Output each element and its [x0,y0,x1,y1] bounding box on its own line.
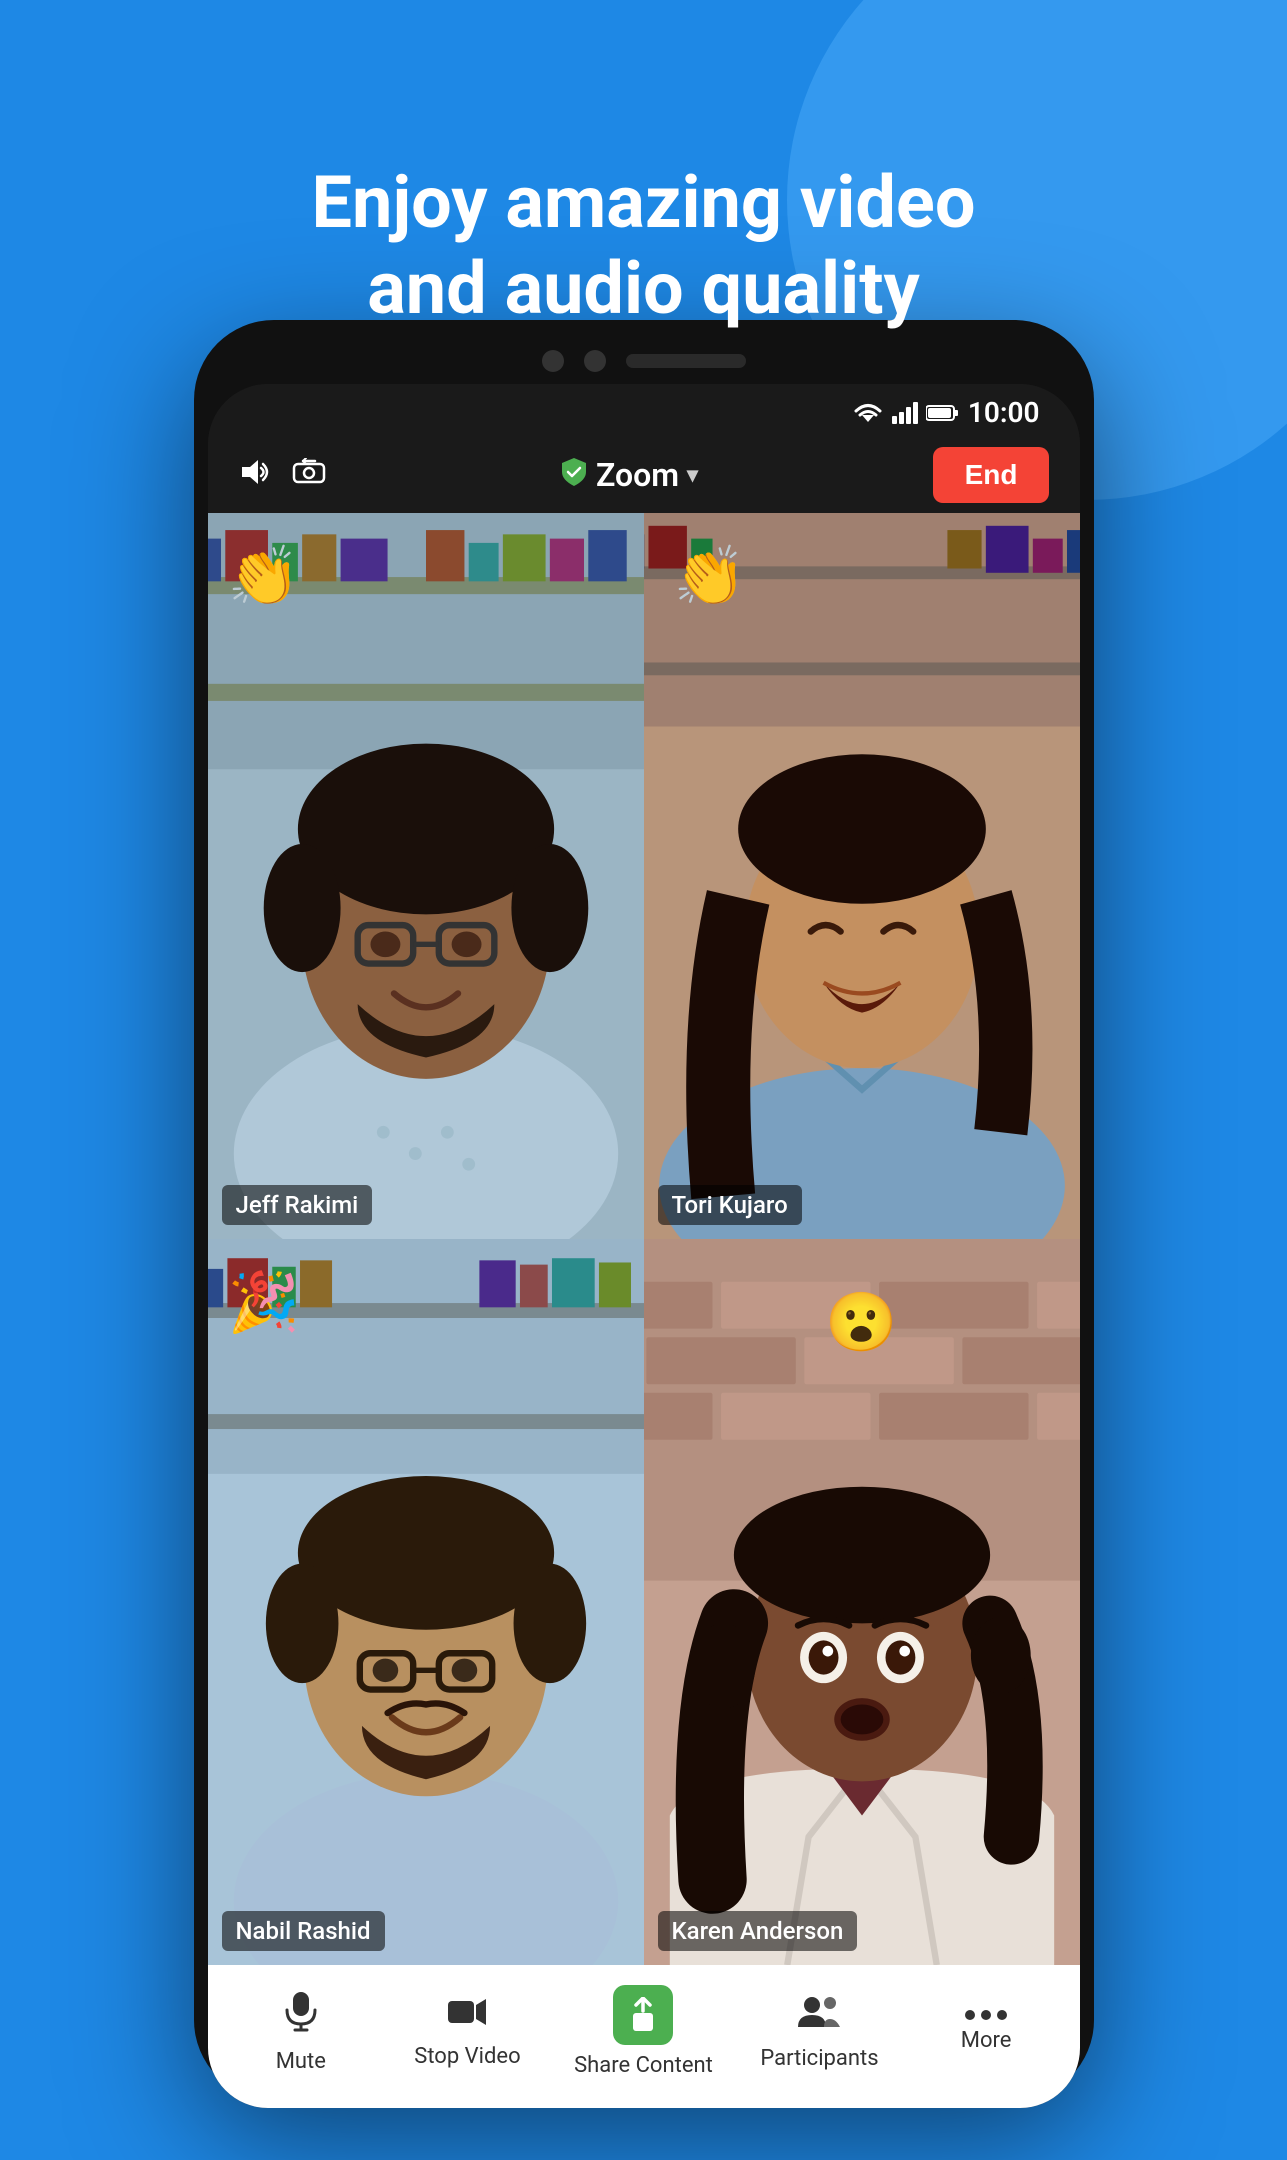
call-header: Zoom ▾ End [208,437,1080,513]
emoji-jeff: 👏 [228,543,300,611]
end-button[interactable]: End [933,447,1050,503]
phone-mockup: 10:00 [194,320,1094,2100]
video-grid: 👏 Jeff Rakimi [208,513,1080,1965]
name-karen: Karen Anderson [658,1911,858,1951]
more-button[interactable]: More [926,2010,1046,2053]
video-cell-tori: 👏 Tori Kujaro [644,513,1080,1239]
headline: Enjoy amazing video and audio quality [0,160,1287,333]
signal-icon [892,402,918,424]
emoji-nabil: 🎉 [228,1269,300,1337]
speaker-icon[interactable] [238,455,272,495]
status-bar: 10:00 [208,384,1080,437]
camera-dot [542,350,564,372]
more-label: More [961,2028,1012,2053]
stop-video-label: Stop Video [414,2044,520,2069]
phone-top-bar [208,334,1080,384]
speaker-bar [626,354,746,368]
video-cell-karen: 😮 Karen Anderson [644,1239,1080,1965]
video-camera-icon [446,1994,488,2036]
share-content-button[interactable]: Share Content [574,1985,713,2078]
wifi-icon [852,402,884,424]
participants-icon [796,1993,842,2038]
shield-icon [560,456,588,495]
microphone-icon [283,1990,319,2041]
stop-video-button[interactable]: Stop Video [407,1994,527,2069]
headline-line1: Enjoy amazing video [312,160,976,245]
person-tori-svg [644,513,1080,1239]
emoji-karen: 😮 [825,1289,897,1357]
headline-line2: and audio quality [367,246,919,331]
video-cell-jeff: 👏 Jeff Rakimi [208,513,644,1239]
name-nabil: Nabil Rashid [222,1911,385,1951]
emoji-tori: 👏 [674,543,746,611]
camera-dot2 [584,350,606,372]
bottom-toolbar: Mute Stop Video [208,1965,1080,2108]
phone-screen: 10:00 [208,384,1080,2108]
dropdown-chevron[interactable]: ▾ [687,463,698,488]
battery-icon [926,404,958,422]
status-time: 10:00 [968,396,1040,429]
status-icons [852,402,958,424]
camera-flip-icon[interactable] [292,455,326,495]
person-nabil-svg [208,1239,644,1965]
participants-label: Participants [760,2046,878,2071]
share-content-label: Share Content [574,2053,713,2078]
phone-outer: 10:00 [194,320,1094,2100]
app-name: Zoom [596,456,679,494]
mute-label: Mute [276,2049,326,2074]
share-icon [613,1985,673,2045]
participants-button[interactable]: Participants [759,1993,879,2071]
video-cell-nabil: 🎉 Nabil Rashid [208,1239,644,1965]
person-jeff-svg [208,513,644,1239]
more-dots-icon [965,2010,1007,2020]
name-jeff: Jeff Rakimi [222,1185,373,1225]
mute-button[interactable]: Mute [241,1990,361,2074]
name-tori: Tori Kujaro [658,1185,802,1225]
zoom-badge[interactable]: Zoom ▾ [560,456,698,495]
